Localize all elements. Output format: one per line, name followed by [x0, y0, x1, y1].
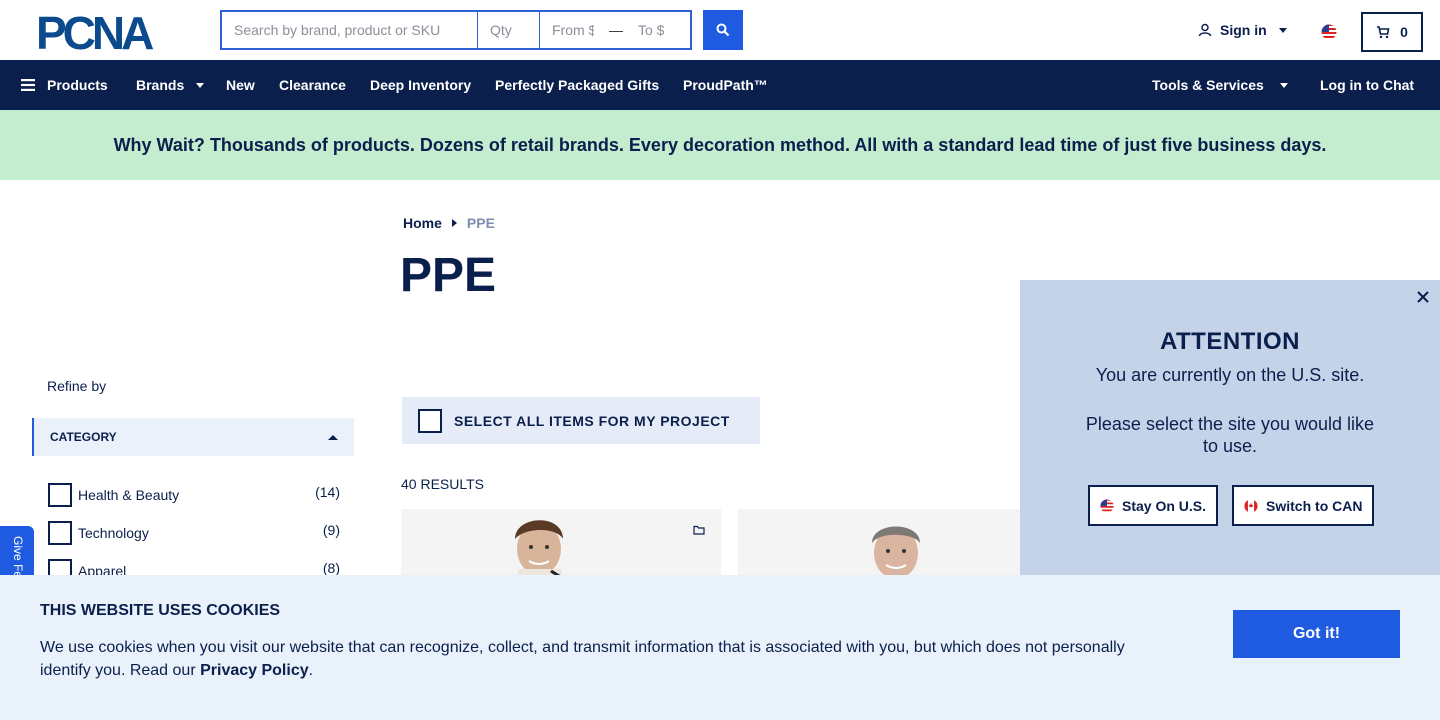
search-icon	[716, 23, 730, 37]
breadcrumb-separator-icon	[451, 219, 457, 227]
nav-clearance-label: Clearance	[279, 77, 346, 93]
search-bar: —	[220, 10, 692, 50]
logo-text: PCNA	[36, 12, 153, 52]
cookie-banner: THIS WEBSITE USES COOKIES We use cookies…	[0, 575, 1440, 720]
switch-to-can-button[interactable]: Switch to CAN	[1232, 485, 1375, 526]
popup-instruction-text: Please select the site you would like to…	[1085, 414, 1375, 456]
accept-cookies-label: Got it!	[1292, 625, 1341, 642]
canada-flag-icon	[1244, 498, 1258, 513]
page-title: PPE	[400, 249, 497, 302]
nav-chat-login[interactable]: Log in to Chat	[1320, 60, 1414, 110]
breadcrumb-home[interactable]: Home	[403, 215, 442, 231]
category-count: (9)	[322, 522, 340, 538]
chevron-down-icon	[1278, 27, 1287, 33]
category-count: (14)	[315, 484, 340, 500]
nav-new-label: New	[226, 77, 255, 93]
refine-label: Refine by	[47, 378, 107, 394]
nav-brands-label: Brands	[136, 77, 185, 93]
cart-button[interactable]: 0	[1361, 12, 1423, 52]
cart-icon	[1377, 26, 1390, 39]
privacy-policy-link[interactable]: Privacy Policy	[200, 662, 309, 679]
nav-tools-services[interactable]: Tools & Services	[1152, 60, 1288, 110]
nav-products-label: Products	[47, 77, 108, 93]
qty-input[interactable]	[478, 12, 540, 48]
breadcrumb: Home PPE	[403, 215, 495, 231]
price-from-input[interactable]	[540, 12, 606, 48]
stay-on-us-button[interactable]: Stay On U.S.	[1088, 485, 1219, 526]
breadcrumb-current: PPE	[466, 215, 495, 231]
cookie-body-end: .	[308, 662, 314, 679]
site-selector-popup: ATTENTION You are currently on the U.S. …	[1020, 280, 1440, 580]
popup-current-site-text: You are currently on the U.S. site.	[1095, 365, 1365, 385]
chevron-down-icon	[1279, 82, 1288, 88]
close-icon[interactable]	[1416, 290, 1430, 304]
nav-packaged-gifts[interactable]: Perfectly Packaged Gifts	[495, 60, 659, 110]
cookie-message: We use cookies when you visit our websit…	[40, 636, 1150, 682]
us-flag-icon[interactable]	[1321, 24, 1337, 40]
results-count: 40 RESULTS	[401, 476, 484, 492]
cookie-title: THIS WEBSITE USES COOKIES	[40, 602, 281, 619]
nav-deep-inventory-label: Deep Inventory	[370, 77, 472, 93]
nav-tools-label: Tools & Services	[1152, 77, 1264, 93]
category-checkbox[interactable]	[48, 521, 72, 545]
category-filter-item[interactable]: Health & Beauty (14)	[48, 483, 340, 507]
nav-clearance[interactable]: Clearance	[279, 60, 346, 110]
category-filter-header[interactable]: CATEGORY	[32, 418, 354, 456]
select-all-items[interactable]: SELECT ALL ITEMS FOR MY PROJECT	[402, 397, 760, 444]
category-count: (8)	[322, 560, 340, 576]
switch-to-can-label: Switch to CAN	[1266, 497, 1363, 514]
search-input[interactable]	[222, 12, 478, 48]
category-filter-item[interactable]: Technology (9)	[48, 521, 340, 545]
nav-chat-label: Log in to Chat	[1320, 77, 1415, 93]
nav-packaged-gifts-label: Perfectly Packaged Gifts	[495, 77, 660, 93]
popup-title: ATTENTION	[1159, 328, 1301, 355]
nav-deep-inventory[interactable]: Deep Inventory	[370, 60, 471, 110]
price-to-input[interactable]	[626, 12, 690, 48]
cart-count: 0	[1400, 24, 1408, 40]
chevron-down-icon	[196, 82, 205, 88]
category-label: Health & Beauty	[78, 487, 180, 503]
user-icon	[1198, 23, 1212, 37]
select-all-checkbox[interactable]	[418, 408, 442, 433]
nav-brands[interactable]: Brands	[136, 60, 205, 110]
price-range-dash: —	[609, 22, 623, 38]
sign-in-label: Sign in	[1220, 22, 1267, 38]
folder-icon[interactable]	[693, 525, 705, 535]
us-flag-icon	[1100, 498, 1114, 513]
category-label: Technology	[78, 525, 149, 541]
top-bar: PCNA — Sign in	[0, 0, 1440, 60]
sign-in-menu[interactable]: Sign in	[1198, 22, 1287, 38]
nav-products[interactable]: Products	[21, 60, 108, 110]
promo-banner: Why Wait? Thousands of products. Dozens …	[0, 110, 1440, 180]
category-filter-label: CATEGORY	[50, 430, 117, 444]
nav-new[interactable]: New	[226, 60, 255, 110]
stay-on-us-label: Stay On U.S.	[1122, 497, 1207, 514]
menu-icon	[21, 79, 35, 91]
search-button[interactable]	[703, 10, 743, 50]
promo-text: Why Wait? Thousands of products. Dozens …	[113, 134, 1327, 155]
nav-proudpath-label: ProudPath™	[683, 77, 768, 93]
chevron-up-icon	[328, 434, 338, 440]
pcna-logo[interactable]: PCNA	[36, 12, 186, 52]
select-all-label: SELECT ALL ITEMS FOR MY PROJECT	[454, 412, 730, 429]
nav-proudpath[interactable]: ProudPath™	[683, 60, 768, 110]
main-nav: Products Brands New Clearance Deep Inven…	[0, 60, 1440, 110]
category-checkbox[interactable]	[48, 483, 72, 507]
accept-cookies-button[interactable]: Got it!	[1233, 610, 1400, 658]
